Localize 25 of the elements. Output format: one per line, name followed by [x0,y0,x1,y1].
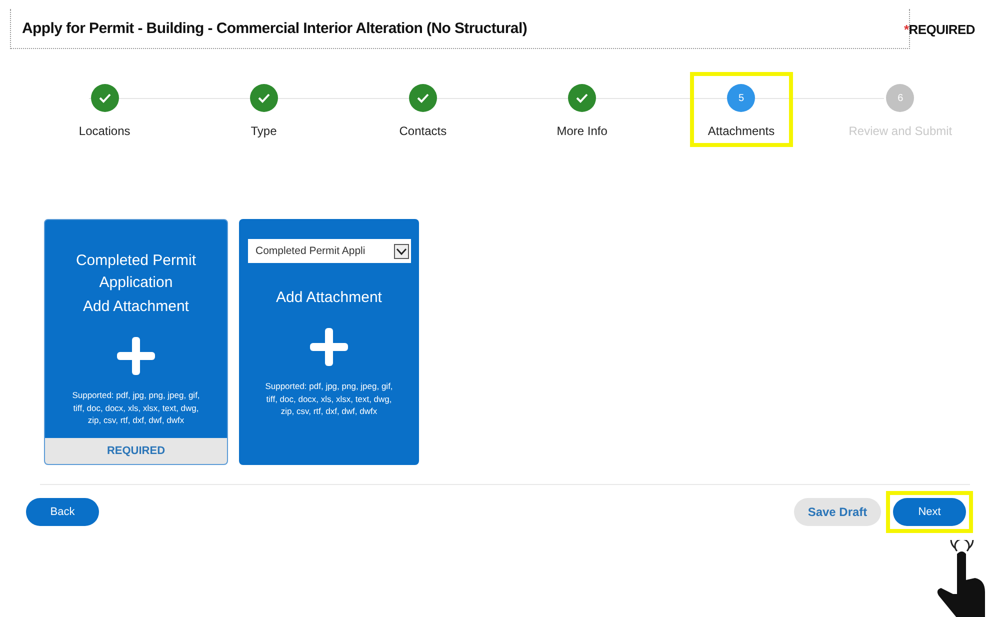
back-button[interactable]: Back [26,498,99,526]
required-note: *REQUIRED [904,22,975,36]
plus-icon[interactable] [117,337,155,375]
step-label[interactable]: Type [250,124,277,138]
plus-icon[interactable] [310,328,348,366]
supported-formats: Supported: pdf, jpg, png, jpeg, gif, tiff, doc, docx, xls, xlsx, text, dwg, zip, csv, rtf, dxf, dwf, dwfx [71,389,201,426]
document-title: Completed Permit Application [74,251,198,293]
step-number: 5 [738,92,744,104]
page-title: Apply for Permit - Building - Commercial Interior Alteration (No Structural) [22,20,528,37]
save-draft-button[interactable]: Save Draft [794,498,881,526]
hand-pointer-icon [935,540,987,617]
step-label[interactable]: Locations [78,124,130,138]
step-label[interactable]: Attachments [708,124,775,138]
add-attachment-label: Add Attachment [83,298,189,315]
step-label[interactable]: Contacts [399,124,447,138]
step-label[interactable]: More Info [556,124,608,138]
next-button[interactable]: Next [893,498,966,526]
supported-formats: Supported: pdf, jpg, png, jpeg, gif, tiff, doc, docx, xls, xlsx, text, dwg, zip, csv, rtf, dxf, dwf, dwfx [264,380,394,418]
attachment-card[interactable]: Completed Permit Appli Add Attachment Supported: pdf, jpg, png, jpeg, gif, tiff, doc, docx, xls, xlsx, text, dwg, zip, csv, rtf, dxf, dwf, dwfx [239,219,419,465]
add-attachment-label: Add Attachment [276,289,382,306]
step-number: 6 [898,92,904,104]
attachment-card[interactable]: Completed Permit Application Add Attachment Supported: pdf, jpg, png, jpeg, gif, tiff, doc, docx, xls, xlsx, text, dwg, zip, csv, rtf, dxf, dwf, dwfx REQUIRED [44,219,228,465]
caret-icon [394,244,408,258]
document-type-select[interactable]: Completed Permit Appli [248,239,410,263]
required-footer: REQUIRED [45,438,227,464]
